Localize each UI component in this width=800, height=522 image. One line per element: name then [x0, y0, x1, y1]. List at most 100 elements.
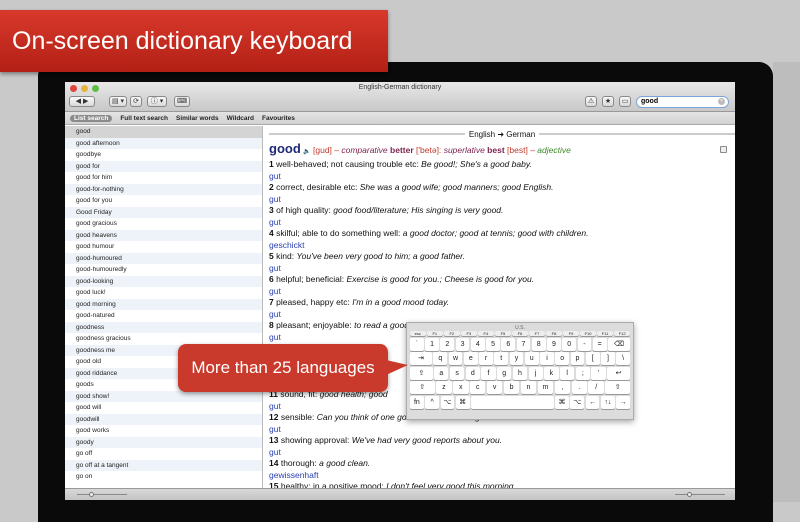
translation-link[interactable]: gut — [269, 424, 735, 436]
key[interactable]: 2 — [440, 337, 455, 351]
word-list-item[interactable]: go off — [65, 448, 262, 460]
word-list-item[interactable]: good-humouredly — [65, 264, 262, 276]
history-button[interactable]: ▤ ▾ — [109, 96, 127, 107]
key[interactable]: u — [524, 352, 539, 365]
tab-similar-words[interactable]: Similar words — [176, 115, 219, 122]
search-input[interactable]: good × — [636, 96, 729, 108]
favourite-star-icon[interactable]: ★ — [602, 96, 614, 107]
word-list-item[interactable]: good for you — [65, 195, 262, 207]
key[interactable]: F11 — [597, 331, 613, 336]
key[interactable]: a — [434, 366, 449, 380]
word-list-item[interactable]: go off at a tangent — [65, 459, 262, 471]
key[interactable]: F6 — [512, 331, 528, 336]
word-list-item[interactable]: good humour — [65, 241, 262, 253]
word-list-item[interactable]: goodness — [65, 321, 262, 333]
key[interactable]: ; — [575, 366, 590, 380]
key[interactable] — [471, 395, 554, 409]
clear-search-icon[interactable]: × — [718, 98, 725, 105]
translation-link[interactable]: geschickt — [269, 240, 735, 252]
translation-link[interactable]: gut — [269, 171, 735, 183]
back-forward-button[interactable]: ◀ ▶ — [69, 96, 95, 107]
word-list-item[interactable]: good will — [65, 402, 262, 414]
tab-wildcard[interactable]: Wildcard — [227, 115, 254, 122]
key[interactable]: h — [512, 366, 528, 380]
word-list-item[interactable]: good works — [65, 425, 262, 437]
word-list-item[interactable]: good for — [65, 160, 262, 172]
warning-icon[interactable]: ⚠ — [585, 96, 597, 107]
tab-favourites[interactable]: Favourites — [262, 115, 295, 122]
key[interactable]: b — [503, 381, 520, 394]
key[interactable]: . — [571, 381, 587, 394]
key[interactable]: g — [497, 366, 512, 380]
key[interactable]: → — [616, 395, 630, 409]
key[interactable]: ] — [601, 352, 615, 365]
key[interactable]: ⌫ — [608, 337, 631, 351]
key[interactable]: - — [577, 337, 592, 351]
key[interactable]: ^ — [425, 395, 440, 409]
panel-icon[interactable]: ▭ — [619, 96, 631, 107]
key[interactable]: s — [449, 366, 465, 380]
key[interactable]: / — [588, 381, 604, 394]
key[interactable]: \ — [616, 352, 631, 365]
key[interactable]: F12 — [614, 331, 630, 336]
key[interactable]: 8 — [531, 337, 546, 351]
key[interactable]: c — [470, 381, 486, 394]
back-icon[interactable]: ◀ — [76, 98, 81, 105]
key[interactable]: ↩ — [607, 366, 630, 380]
key[interactable]: F1 — [427, 331, 443, 336]
key[interactable]: k — [544, 366, 559, 380]
word-list-item[interactable]: go on — [65, 471, 262, 483]
key[interactable]: q — [433, 352, 448, 365]
key[interactable]: ↑↓ — [600, 395, 615, 409]
key[interactable]: F10 — [580, 331, 596, 336]
word-list-item[interactable]: good heavens — [65, 229, 262, 241]
translation-link[interactable]: gut — [269, 309, 735, 321]
key[interactable]: 0 — [562, 337, 577, 351]
key[interactable]: z — [436, 381, 452, 394]
speaker-icon[interactable]: 🔈 — [303, 149, 310, 155]
key[interactable]: j — [528, 366, 543, 380]
key[interactable]: d — [465, 366, 480, 380]
key[interactable]: ⇧ — [410, 381, 435, 394]
key[interactable]: ⇪ — [410, 366, 433, 380]
translation-link[interactable]: gut — [269, 286, 735, 298]
word-list-item[interactable]: good morning — [65, 298, 262, 310]
key[interactable]: F2 — [444, 331, 460, 336]
info-button[interactable]: ⓘ ▾ — [147, 96, 167, 107]
key[interactable]: 9 — [547, 337, 561, 351]
refresh-button[interactable]: ⟳ — [130, 96, 142, 107]
key[interactable]: w — [448, 352, 463, 365]
key[interactable]: F7 — [529, 331, 545, 336]
translation-link[interactable]: gut — [269, 447, 735, 459]
translation-link[interactable]: gewissenhaft — [269, 470, 735, 482]
word-list-item[interactable]: goody — [65, 436, 262, 448]
word-list-item[interactable]: good for him — [65, 172, 262, 184]
key[interactable]: ⌘ — [555, 395, 569, 409]
note-icon[interactable] — [720, 146, 727, 153]
entry-font-size-slider[interactable] — [675, 492, 725, 497]
word-list-item[interactable]: goodness gracious — [65, 333, 262, 345]
key[interactable]: p — [570, 352, 585, 365]
key[interactable]: t — [494, 352, 509, 365]
key[interactable]: ` — [410, 337, 424, 351]
key[interactable]: F9 — [563, 331, 579, 336]
key[interactable]: , — [554, 381, 571, 394]
word-list-item[interactable]: good luck! — [65, 287, 262, 299]
key[interactable]: m — [537, 381, 554, 394]
key[interactable]: r — [479, 352, 493, 365]
key[interactable]: ⇥ — [410, 352, 432, 365]
key[interactable]: F5 — [495, 331, 511, 336]
key[interactable]: 3 — [455, 337, 470, 351]
key[interactable]: 5 — [486, 337, 500, 351]
key[interactable]: F3 — [461, 331, 477, 336]
word-list-item[interactable]: good-humoured — [65, 252, 262, 264]
word-list-item[interactable]: good-looking — [65, 275, 262, 287]
key[interactable]: v — [486, 381, 503, 394]
key[interactable]: = — [592, 337, 607, 351]
key[interactable]: ⌥ — [440, 395, 455, 409]
key[interactable]: 6 — [501, 337, 516, 351]
key[interactable]: 4 — [470, 337, 485, 351]
forward-icon[interactable]: ▶ — [83, 98, 88, 105]
tab-full-text-search[interactable]: Full text search — [120, 115, 168, 122]
key[interactable]: 7 — [516, 337, 531, 351]
